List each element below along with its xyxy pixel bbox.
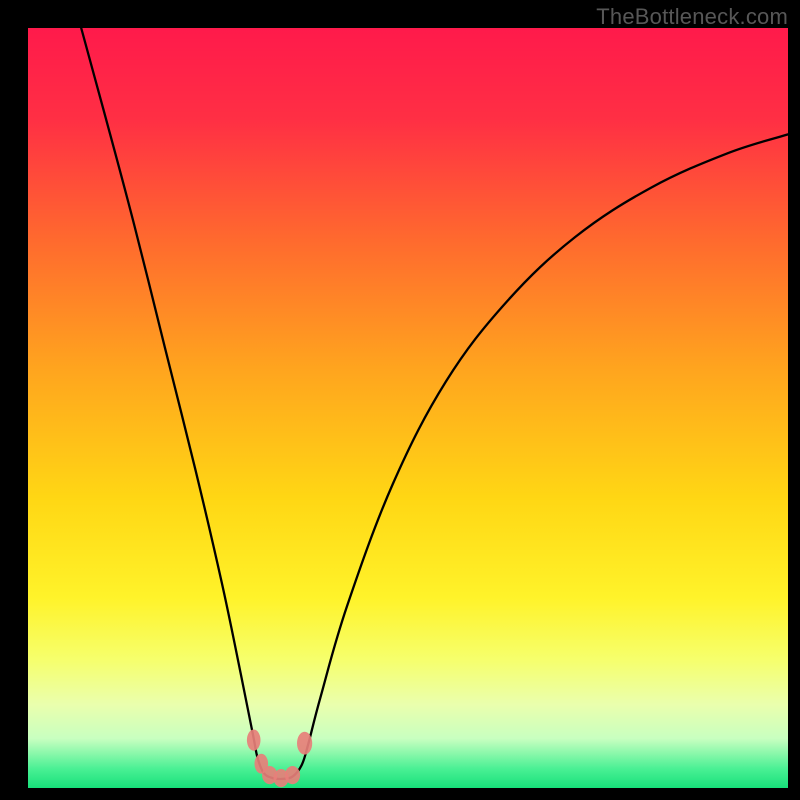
chart-frame: TheBottleneck.com <box>0 0 800 800</box>
watermark-text: TheBottleneck.com <box>596 4 788 30</box>
bottleneck-chart <box>0 0 800 800</box>
marker-0 <box>247 730 261 751</box>
marker-5 <box>297 732 312 755</box>
chart-background <box>28 28 788 788</box>
marker-4 <box>285 766 300 784</box>
